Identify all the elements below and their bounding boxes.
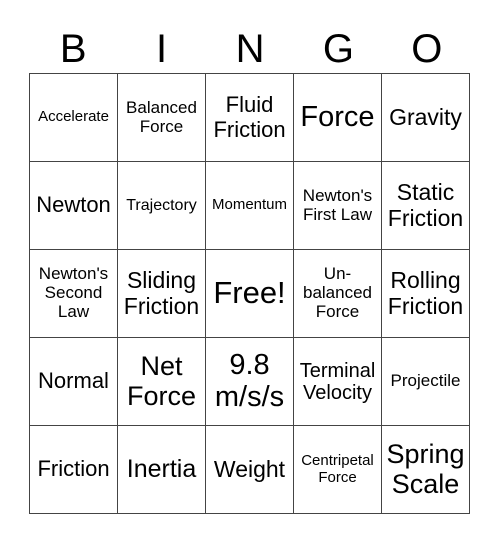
bingo-cell[interactable]: Centripetal Force <box>293 425 382 514</box>
bingo-cell[interactable]: Fluid Friction <box>205 73 294 162</box>
bingo-cell[interactable]: Balanced Force <box>117 73 206 162</box>
grid-row: Normal Net Force 9.8 m/s/s Terminal Velo… <box>29 337 470 426</box>
bingo-cell[interactable]: Newton's Second Law <box>29 249 118 338</box>
bingo-cell[interactable]: Force <box>293 73 382 162</box>
header-letter: N <box>235 27 265 71</box>
bingo-cell[interactable]: Weight <box>205 425 294 514</box>
bingo-cell[interactable]: Newton <box>29 161 118 250</box>
bingo-cell[interactable]: Gravity <box>381 73 470 162</box>
bingo-cell[interactable]: Spring Scale <box>381 425 470 514</box>
header-letter: I <box>156 27 168 71</box>
bingo-cell[interactable]: Sliding Friction <box>117 249 206 338</box>
bingo-cell[interactable]: Normal <box>29 337 118 426</box>
bingo-cell[interactable]: Trajectory <box>117 161 206 250</box>
free-space-cell[interactable]: Free! <box>205 249 294 338</box>
grid-row: Friction Inertia Weight Centripetal Forc… <box>29 425 470 514</box>
bingo-header: B I N G O <box>29 26 471 72</box>
bingo-cell[interactable]: Rolling Friction <box>381 249 470 338</box>
bingo-cell[interactable]: Accelerate <box>29 73 118 162</box>
grid-row: Newton's Second Law Sliding Friction Fre… <box>29 249 470 338</box>
header-letter: O <box>411 27 443 71</box>
bingo-cell[interactable]: Un-balanced Force <box>293 249 382 338</box>
bingo-cell[interactable]: Inertia <box>117 425 206 514</box>
bingo-cell[interactable]: Momentum <box>205 161 294 250</box>
bingo-cell[interactable]: Net Force <box>117 337 206 426</box>
bingo-cell[interactable]: Friction <box>29 425 118 514</box>
bingo-cell[interactable]: Newton's First Law <box>293 161 382 250</box>
bingo-cell[interactable]: 9.8 m/s/s <box>205 337 294 426</box>
bingo-grid: Accelerate Balanced Force Fluid Friction… <box>29 73 470 514</box>
header-letter: B <box>59 27 87 71</box>
header-letter: G <box>322 27 354 71</box>
bingo-cell[interactable]: Terminal Velocity <box>293 337 382 426</box>
grid-row: Accelerate Balanced Force Fluid Friction… <box>29 73 470 162</box>
bingo-cell[interactable]: Static Friction <box>381 161 470 250</box>
bingo-cell[interactable]: Projectile <box>381 337 470 426</box>
grid-row: Newton Trajectory Momentum Newton's Firs… <box>29 161 470 250</box>
